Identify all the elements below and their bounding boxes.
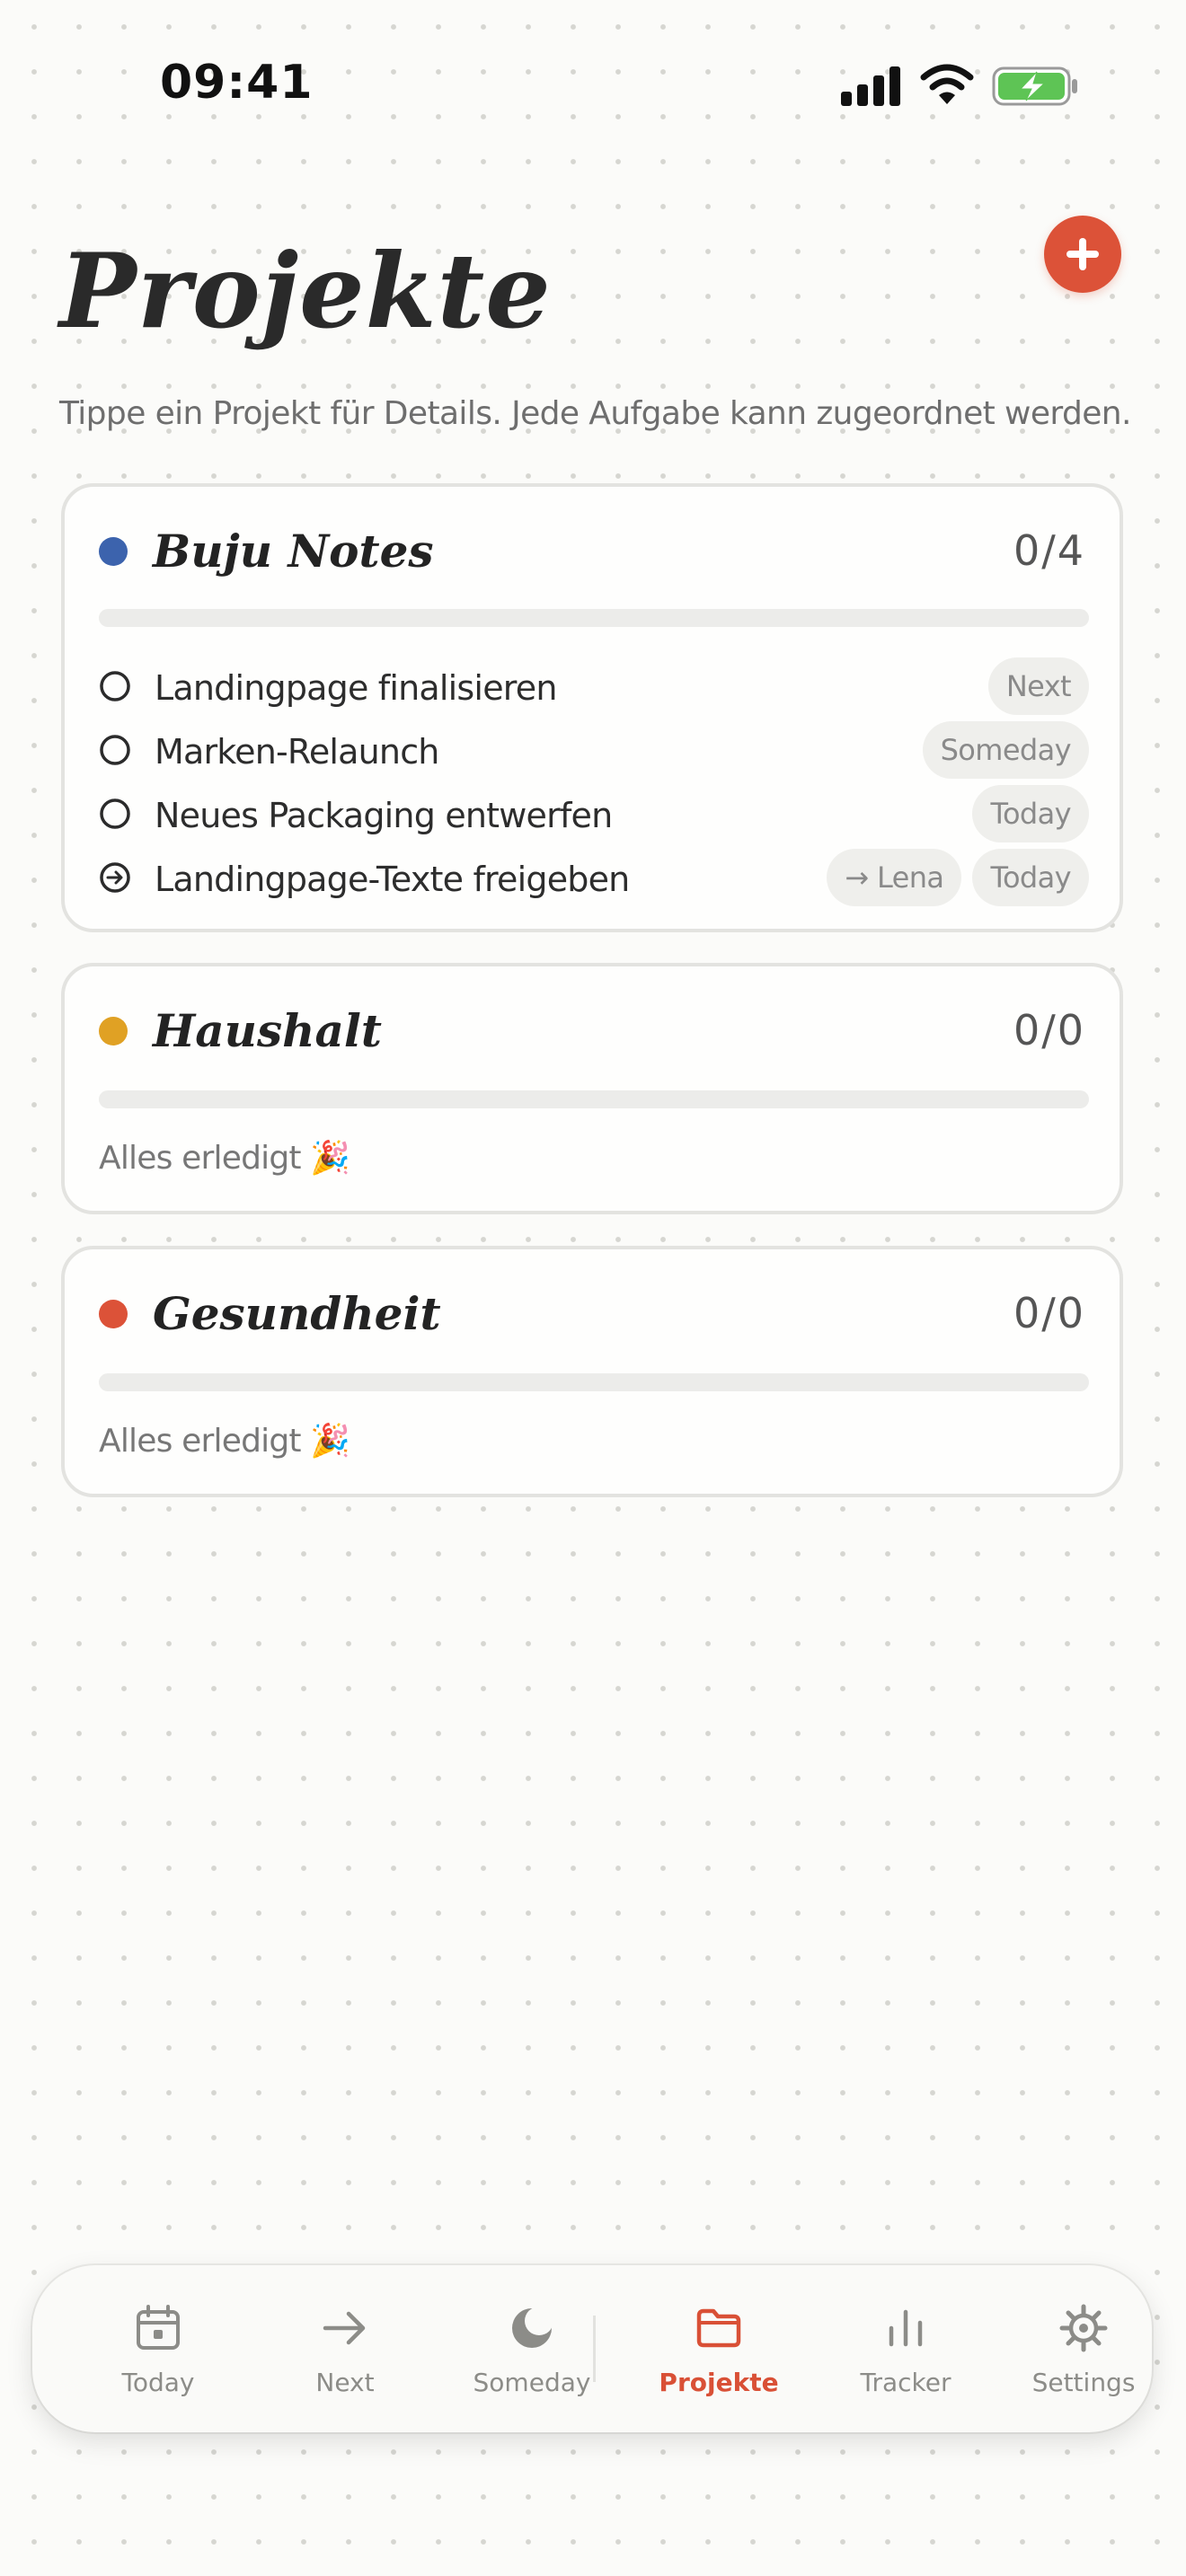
tab-today[interactable]: Today [68, 2265, 248, 2432]
gear-icon [1059, 2304, 1108, 2352]
project-color-dot [99, 1300, 128, 1328]
plus-icon [1067, 238, 1099, 270]
bar-chart-icon [889, 2309, 923, 2347]
project-task-count: 0/0 [1013, 1006, 1085, 1054]
page-title: Projekte [59, 231, 552, 351]
project-card-haushalt[interactable]: Haushalt 0/0 Alles erledigt 🎉 [61, 963, 1123, 1214]
task-tags: → Lena Today [827, 849, 1089, 906]
page-subtitle: Tippe ein Projekt für Details. Jede Aufg… [59, 395, 1131, 432]
task-tags: Today [972, 785, 1089, 842]
empty-state-text: Alles erledigt 🎉 [99, 1140, 350, 1177]
project-card-gesundheit[interactable]: Gesundheit 0/0 Alles erledigt 🎉 [61, 1246, 1123, 1497]
delegated-task-icon[interactable] [99, 861, 131, 894]
tab-label: Settings [1031, 2368, 1136, 2397]
status-time: 09:41 [160, 56, 314, 110]
task-tag: Next [987, 657, 1089, 715]
tab-next[interactable]: Next [255, 2265, 435, 2432]
task-item[interactable]: Landingpage-Texte freigeben → Lena Today [99, 849, 1089, 906]
project-progress-bar [99, 1373, 1089, 1391]
battery-charging-icon [992, 66, 1077, 106]
cellular-signal-icon [841, 66, 900, 106]
task-label: Neues Packaging entwerfen [155, 796, 613, 835]
empty-state-text: Alles erledigt 🎉 [99, 1423, 350, 1460]
project-card-buju-notes[interactable]: Buju Notes 0/4 Landingpage finalisieren … [61, 483, 1123, 932]
task-checkbox-icon[interactable] [99, 798, 131, 830]
arrow-right-icon [323, 2311, 366, 2345]
tab-divider [593, 2316, 596, 2382]
task-tag: Someday [922, 721, 1089, 779]
tab-label: Projekte [659, 2368, 779, 2397]
project-task-count: 0/0 [1013, 1289, 1085, 1337]
project-progress-bar [99, 609, 1089, 627]
tab-settings[interactable]: Settings [994, 2265, 1173, 2432]
task-label: Landingpage finalisieren [155, 668, 557, 708]
task-item[interactable]: Neues Packaging entwerfen Today [99, 785, 1089, 842]
tab-label: Tracker [860, 2368, 951, 2397]
project-color-dot [99, 537, 128, 566]
project-color-dot [99, 1017, 128, 1045]
add-project-button[interactable] [1044, 216, 1121, 293]
folder-icon [696, 2308, 741, 2348]
task-tags: Someday [922, 721, 1089, 779]
task-item[interactable]: Marken-Relaunch Someday [99, 721, 1089, 779]
project-progress-bar [99, 1090, 1089, 1108]
project-name: Buju Notes [153, 525, 434, 578]
task-checkbox-icon[interactable] [99, 670, 131, 702]
task-label: Landingpage-Texte freigeben [155, 860, 630, 899]
tab-tracker[interactable]: Tracker [816, 2265, 996, 2432]
tab-projekte[interactable]: Projekte [629, 2265, 809, 2432]
tab-bar: Today Next Someday Projekte Tracker Sett… [32, 2265, 1152, 2432]
tab-label: Today [121, 2368, 195, 2397]
task-tag: Today [972, 849, 1089, 906]
task-assignee-tag: → Lena [827, 849, 962, 906]
project-name: Haushalt [153, 1004, 382, 1057]
task-tag: Today [972, 785, 1089, 842]
tab-label: Next [315, 2368, 375, 2397]
task-label: Marken-Relaunch [155, 732, 439, 772]
project-name: Gesundheit [153, 1287, 441, 1340]
moon-icon [512, 2307, 553, 2348]
status-bar: 09:41 [0, 0, 1186, 171]
calendar-icon [137, 2305, 180, 2350]
task-tags: Next [987, 657, 1089, 715]
wifi-icon [920, 64, 974, 104]
task-checkbox-icon[interactable] [99, 734, 131, 766]
project-task-count: 0/4 [1013, 526, 1085, 575]
task-item[interactable]: Landingpage finalisieren Next [99, 657, 1089, 715]
